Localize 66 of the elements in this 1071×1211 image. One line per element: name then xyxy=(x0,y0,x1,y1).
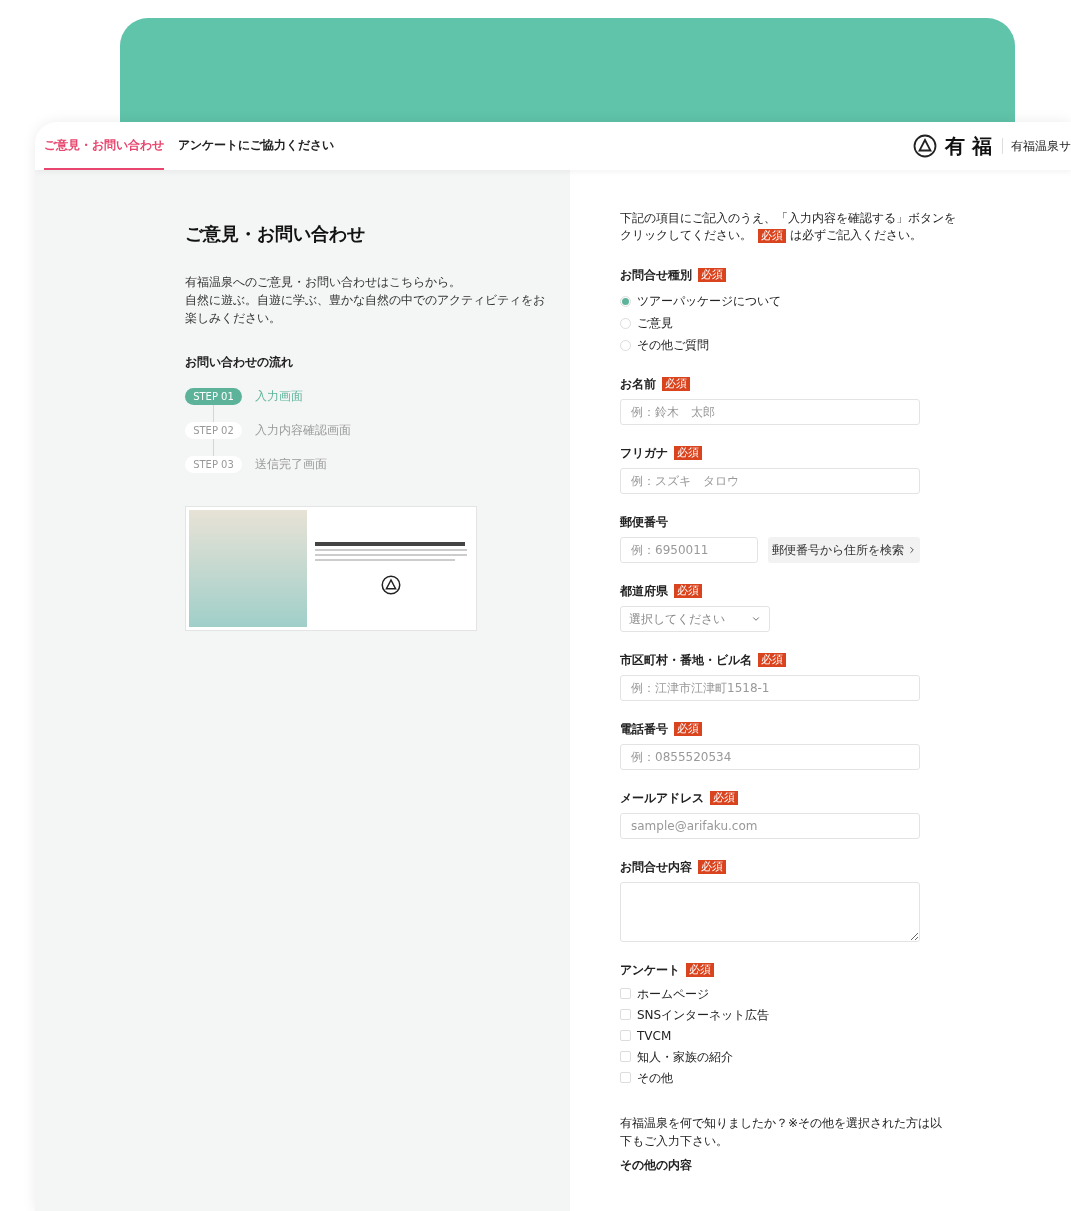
checkbox-label: ホームページ xyxy=(637,985,709,1003)
required-badge: 必須 xyxy=(710,791,738,805)
radio-button[interactable] xyxy=(620,339,631,351)
message-textarea[interactable] xyxy=(620,882,920,942)
instructions-text: 下記の項目にご記入のうえ、「入力内容を確認する」ボタンを xyxy=(620,210,957,227)
required-badge: 必須 xyxy=(674,584,702,598)
field-label: 都道府県 xyxy=(620,583,668,600)
postal-code-field[interactable]: 例：6950011 xyxy=(620,537,758,563)
text-field[interactable]: sample@arifaku.com xyxy=(620,813,920,839)
field-label: お問合せ内容 xyxy=(620,859,692,876)
radio-label: その他ご質問 xyxy=(637,337,709,354)
step-badge: STEP 01 xyxy=(185,387,242,405)
nav-tab[interactable]: アンケートにご協力ください xyxy=(178,122,334,170)
required-badge: 必須 xyxy=(686,963,714,977)
survey-note: 有福温泉を何で知りましたか？※その他を選択された方は以下もご入力下さい。 xyxy=(620,1115,944,1150)
intro-text: 自然に遊ぶ。自遊に学ぶ、豊かな自然の中でのアクティビティをお楽しみください。 xyxy=(185,292,546,327)
address-search-button[interactable]: 郵便番号から住所を検索 xyxy=(768,537,920,563)
field-label: メールアドレス xyxy=(620,790,704,807)
radio-label: ツアーパッケージについて xyxy=(637,293,781,310)
field-label: お名前 xyxy=(620,376,656,393)
instructions-text: は必ずご記入ください。 xyxy=(790,227,922,244)
field-label: フリガナ xyxy=(620,445,668,462)
step-label: 送信完了画面 xyxy=(255,456,327,473)
text-field[interactable]: 例：0855520534 xyxy=(620,744,920,770)
checkbox-label: SNSインターネット広告 xyxy=(637,1006,770,1024)
checkbox[interactable] xyxy=(620,1072,631,1083)
checkbox[interactable] xyxy=(620,1030,631,1041)
radio-button[interactable] xyxy=(620,317,631,329)
emblem-icon xyxy=(381,575,401,595)
select-dropdown[interactable]: 選択してください xyxy=(620,606,770,632)
text-field[interactable]: 例：江津市江津町1518-1 xyxy=(620,675,920,701)
checkbox-label: その他 xyxy=(637,1069,673,1087)
field-label: 市区町村・番地・ビル名 xyxy=(620,652,752,669)
required-badge: 必須 xyxy=(758,653,786,667)
checkbox[interactable] xyxy=(620,988,631,999)
field-label: アンケート xyxy=(620,962,680,979)
required-badge: 必須 xyxy=(758,228,786,243)
checkbox-label: 知人・家族の紹介 xyxy=(637,1048,733,1066)
required-badge: 必須 xyxy=(698,268,726,282)
site-link[interactable]: 有福温泉サ xyxy=(1011,137,1071,155)
logo-text: 有 福 xyxy=(945,136,992,156)
required-badge: 必須 xyxy=(698,860,726,874)
flow-heading: お問い合わせの流れ xyxy=(185,354,294,371)
text-field[interactable]: 例：鈴木 太郎 xyxy=(620,399,920,425)
field-label: その他の内容 xyxy=(620,1157,693,1174)
field-label: 郵便番号 xyxy=(620,514,668,531)
radio-button[interactable] xyxy=(620,295,631,307)
required-badge: 必須 xyxy=(674,446,702,460)
intro-text: 有福温泉へのご意見・お問い合わせはこちらから。 xyxy=(185,274,462,291)
step-badge: STEP 02 xyxy=(185,421,242,439)
required-badge: 必須 xyxy=(662,377,690,391)
field-label: お問合せ種別 xyxy=(620,267,692,284)
page-title: ご意見・お問い合わせ xyxy=(185,222,366,246)
text-field[interactable]: 例：スズキ タロウ xyxy=(620,468,920,494)
required-badge: 必須 xyxy=(674,722,702,736)
checkbox-label: TVCM xyxy=(637,1027,672,1045)
instructions-text: クリックしてください。 xyxy=(620,227,752,244)
checkbox[interactable] xyxy=(620,1009,631,1020)
radio-label: ご意見 xyxy=(637,315,673,332)
logo-emblem-icon xyxy=(913,134,938,158)
chevron-down-icon xyxy=(751,614,761,624)
checkbox[interactable] xyxy=(620,1051,631,1062)
step-label: 入力内容確認画面 xyxy=(255,422,351,439)
step-badge: STEP 03 xyxy=(185,455,242,473)
field-label: 電話番号 xyxy=(620,721,668,738)
step-label: 入力画面 xyxy=(255,388,303,405)
